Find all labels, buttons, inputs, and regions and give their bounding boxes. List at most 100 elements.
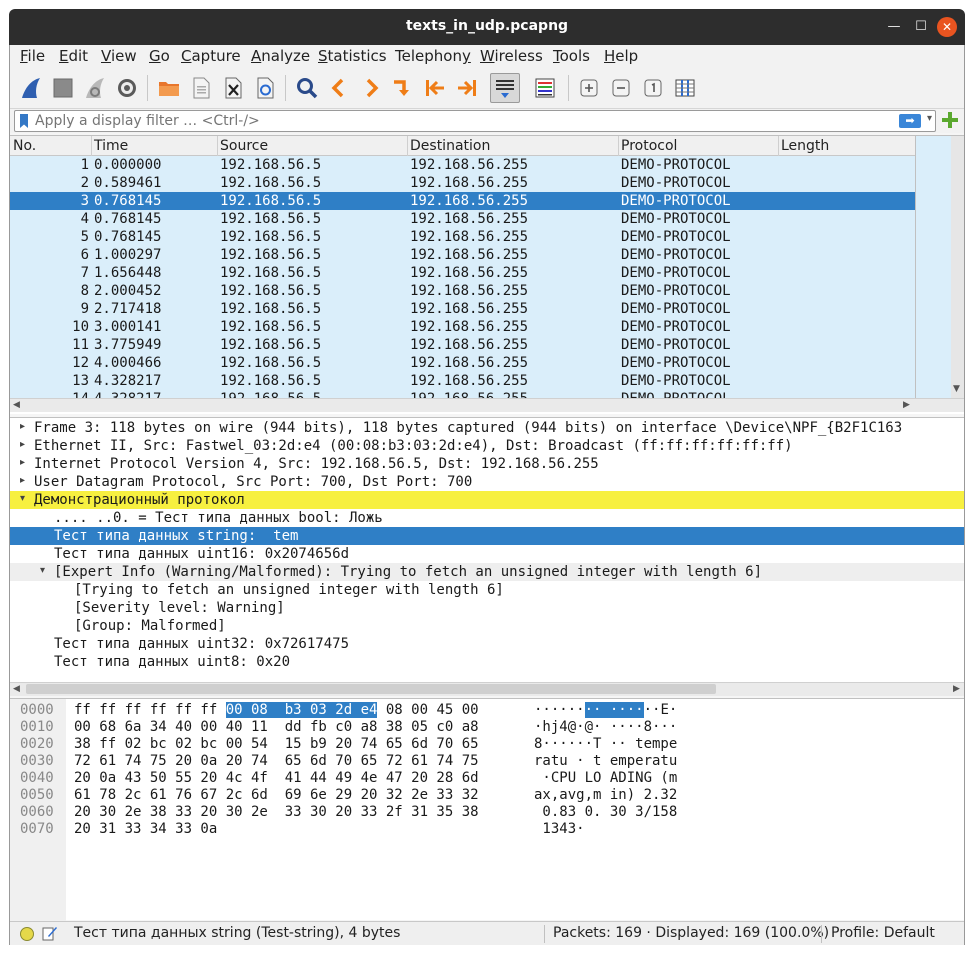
detail-tree-item[interactable]: Тест типа данных uint32: 0x72617475 bbox=[10, 635, 964, 653]
column-header-time[interactable]: Time bbox=[94, 138, 128, 154]
detail-tree-item[interactable]: [Severity level: Warning] bbox=[10, 599, 964, 617]
packet-list-scrollbar-track[interactable]: ▼ bbox=[951, 136, 964, 398]
hex-bytes-line[interactable]: 00 68 6a 34 40 00 40 11 dd fb c0 a8 38 0… bbox=[74, 719, 479, 736]
chevron-down-icon[interactable]: ▾ bbox=[20, 493, 25, 504]
maximize-button[interactable]: ☐ bbox=[911, 17, 931, 37]
close-file-button[interactable] bbox=[218, 73, 248, 103]
menu-item[interactable]: Wireless bbox=[480, 47, 543, 65]
save-file-button[interactable] bbox=[186, 73, 216, 103]
packet-row[interactable]: 5 0.768145 192.168.56.5 192.168.56.255 DEMO-… bbox=[10, 228, 915, 246]
detail-tree-item[interactable]: ▾ [Expert Info (Warning/Malformed): Tryin… bbox=[10, 563, 964, 581]
packet-list-horizontal-scrollbar[interactable]: ◀ ▶ bbox=[10, 398, 964, 412]
column-header-no[interactable]: No. bbox=[13, 138, 36, 154]
menu-item[interactable]: Statistics bbox=[318, 47, 387, 65]
column-header-protocol[interactable]: Protocol bbox=[621, 138, 677, 154]
chevron-down-icon[interactable]: ▾ bbox=[927, 113, 932, 124]
ascii-bytes-line[interactable]: ········ ······E· bbox=[534, 702, 677, 719]
reload-file-button[interactable] bbox=[250, 73, 280, 103]
column-header-length[interactable]: Length bbox=[781, 138, 829, 154]
ascii-bytes-line[interactable]: 0.83 0. 30 3/158 bbox=[534, 804, 677, 821]
scroll-left-icon[interactable]: ◀ bbox=[13, 684, 20, 694]
detail-tree-item[interactable]: Тест типа данных uint8: 0x20 bbox=[10, 653, 964, 671]
menu-item[interactable]: Go bbox=[149, 47, 170, 65]
auto-scroll-button[interactable] bbox=[490, 73, 520, 103]
chevron-right-icon[interactable]: ▸ bbox=[20, 421, 25, 432]
status-profile[interactable]: Profile: Default bbox=[831, 925, 935, 941]
packet-row[interactable]: 6 1.000297 192.168.56.5 192.168.56.255 DEMO-… bbox=[10, 246, 915, 264]
menu-item[interactable]: Analyze bbox=[251, 47, 310, 65]
packet-row[interactable]: 2 0.589461 192.168.56.5 192.168.56.255 DEMO-… bbox=[10, 174, 915, 192]
display-filter-field[interactable]: ➡ ▾ bbox=[14, 110, 936, 132]
chevron-right-icon[interactable]: ▸ bbox=[20, 457, 25, 468]
go-last-packet-button[interactable] bbox=[452, 73, 482, 103]
display-filter-input[interactable] bbox=[35, 112, 885, 130]
ascii-bytes-line[interactable]: ·hj4@·@· ····8··· bbox=[534, 719, 677, 736]
stop-capture-button[interactable] bbox=[48, 73, 78, 103]
hex-bytes-line[interactable]: 20 30 2e 38 33 20 30 2e 33 30 20 33 2f 3… bbox=[74, 804, 479, 821]
detail-tree-item[interactable]: ▸ Ethernet II, Src: Fastwel_03:2d:e4 (00:… bbox=[10, 437, 964, 455]
hex-bytes-line[interactable]: 72 61 74 75 20 0a 20 74 65 6d 70 65 72 6… bbox=[74, 753, 479, 770]
packet-comment-icon[interactable] bbox=[42, 925, 58, 941]
packet-row[interactable]: 10 3.000141 192.168.56.5 192.168.56.255 DEMO… bbox=[10, 318, 915, 336]
capture-options-button[interactable] bbox=[112, 73, 142, 103]
packet-list-vertical-scrollbar[interactable]: ▼ bbox=[915, 136, 964, 398]
packet-minimap[interactable] bbox=[915, 136, 951, 398]
find-packet-button[interactable] bbox=[292, 73, 322, 103]
menu-item[interactable]: Edit bbox=[59, 47, 88, 65]
detail-tree-item[interactable]: .... ..0. = Тест типа данных bool: Ложь bbox=[10, 509, 964, 527]
expert-info-icon[interactable] bbox=[20, 927, 34, 941]
packet-row[interactable]: 13 4.328217 192.168.56.5 192.168.56.255 DEMO… bbox=[10, 372, 915, 390]
detail-tree-item[interactable]: Тест типа данных uint16: 0x2074656d bbox=[10, 545, 964, 563]
zoom-out-button[interactable] bbox=[606, 73, 636, 103]
ascii-bytes-line[interactable]: 1343· bbox=[534, 821, 584, 838]
scroll-right-icon[interactable]: ▶ bbox=[903, 400, 910, 410]
packet-row[interactable]: 11 3.775949 192.168.56.5 192.168.56.255 DEMO… bbox=[10, 336, 915, 354]
restart-capture-button[interactable] bbox=[80, 73, 110, 103]
hex-bytes-line[interactable]: 38 ff 02 bc 02 bc 00 54 15 b9 20 74 65 6… bbox=[74, 736, 479, 753]
scroll-down-icon[interactable]: ▼ bbox=[953, 384, 960, 394]
scroll-left-icon[interactable]: ◀ bbox=[13, 400, 20, 410]
detail-tree-item[interactable]: ▾ Демонстрационный протокол bbox=[10, 491, 964, 509]
normal-size-button[interactable] bbox=[638, 73, 668, 103]
column-header-destination[interactable]: Destination bbox=[410, 138, 490, 154]
go-forward-button[interactable] bbox=[356, 73, 386, 103]
zoom-in-button[interactable] bbox=[574, 73, 604, 103]
add-filter-button[interactable] bbox=[940, 110, 960, 130]
menu-item[interactable]: File bbox=[20, 47, 45, 65]
start-capture-button[interactable] bbox=[16, 73, 46, 103]
packet-row[interactable]: 12 4.000466 192.168.56.5 192.168.56.255 DEMO… bbox=[10, 354, 915, 372]
menu-item[interactable]: Tools bbox=[553, 47, 590, 65]
go-back-button[interactable] bbox=[324, 73, 354, 103]
packet-row[interactable]: 4 0.768145 192.168.56.5 192.168.56.255 DEMO-… bbox=[10, 210, 915, 228]
packet-row[interactable]: 3 0.768145 192.168.56.5 192.168.56.255 DEMO-… bbox=[10, 192, 915, 210]
hex-bytes-line[interactable]: 20 0a 43 50 55 20 4c 4f 41 44 49 4e 47 2… bbox=[74, 770, 479, 787]
menu-item[interactable]: Capture bbox=[181, 47, 241, 65]
hex-bytes-line[interactable]: 20 31 33 34 33 0a bbox=[74, 821, 217, 838]
open-file-button[interactable] bbox=[154, 73, 184, 103]
scroll-right-icon[interactable]: ▶ bbox=[953, 684, 960, 694]
ascii-bytes-line[interactable]: ax,avg,m in) 2.32 bbox=[534, 787, 677, 804]
chevron-right-icon[interactable]: ▸ bbox=[20, 439, 25, 450]
detail-tree-item[interactable]: ▸ Frame 3: 118 bytes on wire (944 bits), … bbox=[10, 419, 964, 437]
packet-row[interactable]: 14 4.328217 192.168.56.5 192.168.56.255 DEMO… bbox=[10, 390, 915, 398]
menu-item[interactable]: Telephony bbox=[395, 47, 471, 65]
detail-tree-item[interactable]: ▸ User Datagram Protocol, Src Port: 700, … bbox=[10, 473, 964, 491]
packet-row[interactable]: 7 1.656448 192.168.56.5 192.168.56.255 DEMO-… bbox=[10, 264, 915, 282]
chevron-right-icon[interactable]: ▸ bbox=[20, 475, 25, 486]
colorize-button[interactable] bbox=[530, 73, 560, 103]
details-scroll-thumb[interactable] bbox=[26, 684, 716, 694]
packet-row[interactable]: 1 0.000000 192.168.56.5 192.168.56.255 DEMO-… bbox=[10, 156, 915, 174]
chevron-down-icon[interactable]: ▾ bbox=[40, 565, 45, 576]
detail-tree-item[interactable]: ▸ Internet Protocol Version 4, Src: 192.1… bbox=[10, 455, 964, 473]
minimize-button[interactable]: — bbox=[884, 17, 904, 37]
go-to-packet-button[interactable] bbox=[388, 73, 418, 103]
detail-tree-item[interactable]: Тест типа данных string: tem bbox=[10, 527, 964, 545]
packet-row[interactable]: 9 2.717418 192.168.56.5 192.168.56.255 DEMO-… bbox=[10, 300, 915, 318]
menu-item[interactable]: Help bbox=[604, 47, 638, 65]
detail-tree-item[interactable]: [Group: Malformed] bbox=[10, 617, 964, 635]
go-first-packet-button[interactable] bbox=[420, 73, 450, 103]
packet-row[interactable]: 8 2.000452 192.168.56.5 192.168.56.255 DEMO-… bbox=[10, 282, 915, 300]
detail-tree-item[interactable]: [Trying to fetch an unsigned integer wit… bbox=[10, 581, 964, 599]
column-header-source[interactable]: Source bbox=[220, 138, 268, 154]
ascii-bytes-line[interactable]: 8······T ·· tempe bbox=[534, 736, 677, 753]
